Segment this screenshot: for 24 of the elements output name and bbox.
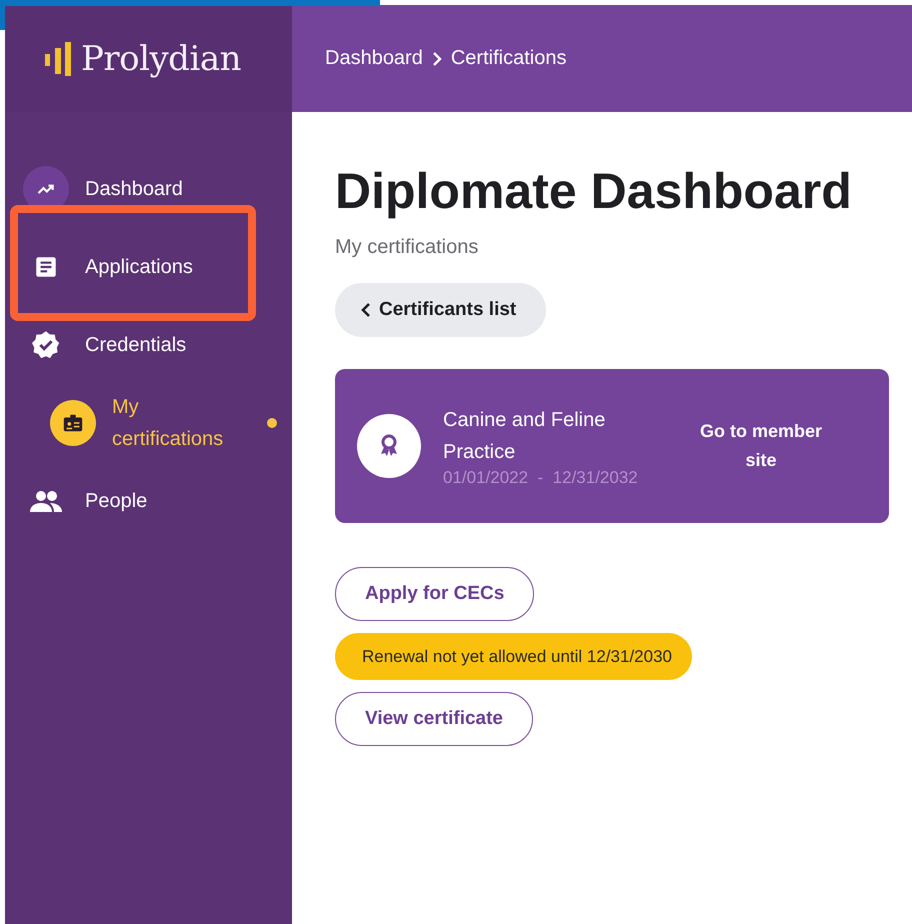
logo-text: Prolydian	[81, 38, 241, 78]
breadcrumb-link[interactable]: Dashboard	[325, 47, 423, 70]
back-button[interactable]: Certificants list	[335, 283, 546, 337]
chevron-left-icon	[361, 303, 371, 317]
action-button[interactable]: View certificate	[335, 692, 534, 746]
sidebar-item[interactable]: Applications	[5, 228, 292, 306]
certification-dates: 01/01/2022 - 12/31/2032	[443, 468, 639, 488]
sidebar-item[interactable]: Credentials	[5, 306, 292, 384]
id-badge-icon	[62, 412, 84, 434]
active-dot	[267, 418, 277, 428]
chevron-right-icon	[430, 52, 443, 66]
action-button[interactable]: Apply for CECs	[335, 567, 534, 621]
sidebar-item[interactable]: People	[5, 462, 292, 540]
renewal-notice: Renewal not yet allowed until 12/31/2030	[335, 633, 692, 680]
page-title: Diplomate Dashboard	[335, 162, 852, 220]
page-subtitle: My certifications	[335, 236, 478, 259]
member-site-link[interactable]: Go to member site	[691, 417, 831, 475]
sidebar-item[interactable]: Dashboard	[5, 150, 292, 228]
award-ribbon-icon	[379, 434, 399, 458]
certification-name: Canine and Feline Practice	[443, 408, 606, 465]
breadcrumb-link[interactable]: Certifications	[450, 47, 566, 70]
sidebar-item[interactable]: My certifications	[5, 384, 292, 462]
verified-badge-icon	[31, 330, 61, 360]
people-icon	[30, 490, 62, 512]
